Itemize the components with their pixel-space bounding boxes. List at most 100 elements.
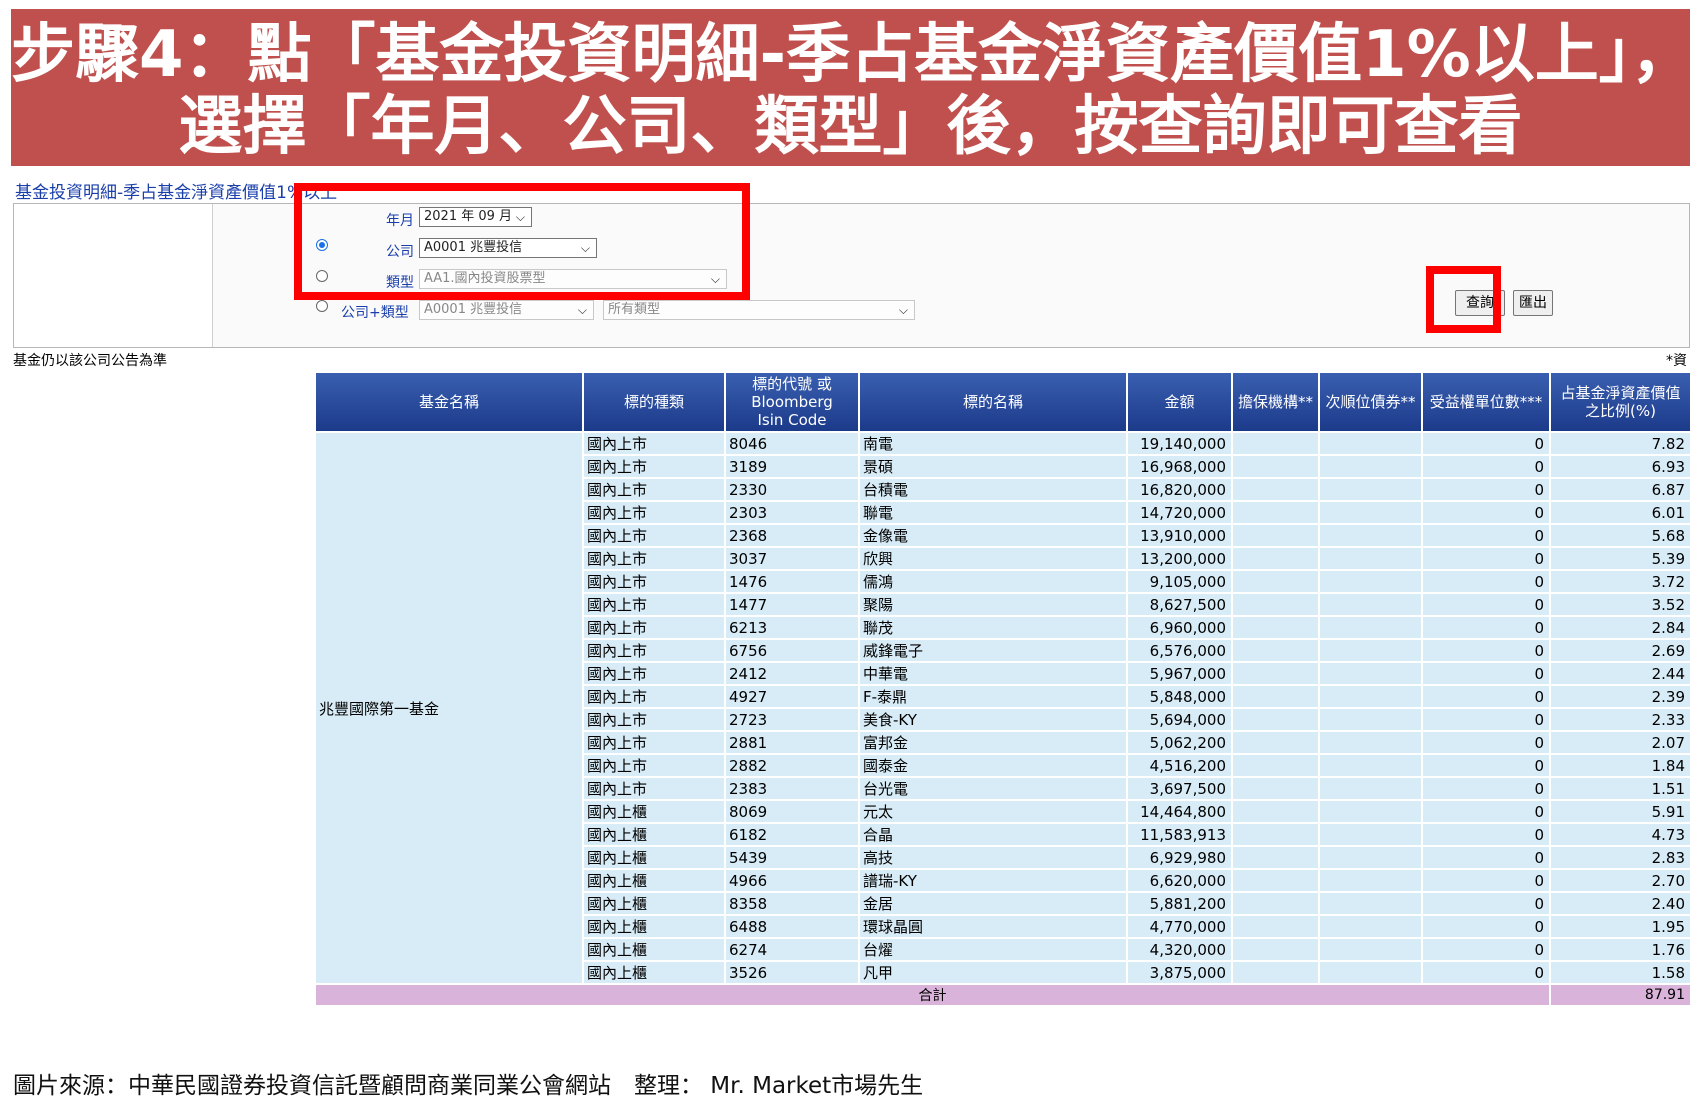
table-cell: 2.83 [1549, 845, 1690, 870]
table-cell: 0 [1421, 684, 1551, 709]
table-cell: 4,770,000 [1126, 914, 1233, 939]
table-cell: 國內上櫃 [582, 914, 726, 939]
table-cell [1318, 730, 1423, 755]
table-cell [1318, 960, 1423, 985]
table-cell: 0 [1421, 615, 1551, 640]
table-cell [1231, 661, 1320, 686]
table-cell: 6,960,000 [1126, 615, 1233, 640]
table-cell: 4,320,000 [1126, 937, 1233, 962]
table-cell: 國內上市 [582, 431, 726, 456]
table-cell [1231, 868, 1320, 893]
table-cell: 譜瑞-KY [858, 868, 1128, 893]
table-cell: 國內上櫃 [582, 891, 726, 916]
table-cell: 0 [1421, 661, 1551, 686]
table-cell: 2.70 [1549, 868, 1690, 893]
type-radio[interactable] [316, 270, 328, 282]
query-button[interactable]: 查詢 [1455, 290, 1505, 316]
company-type-type-select[interactable]: 所有類型 ⌵ [603, 300, 915, 320]
company-type-company-select[interactable]: A0001 兆豐投信 ⌵ [419, 300, 594, 320]
table-cell [1318, 592, 1423, 617]
company-radio[interactable] [316, 239, 328, 251]
page-title-link[interactable]: 基金投資明細-季占基金淨資產價值1%以上 [15, 178, 337, 203]
table-cell: 國內上市 [582, 730, 726, 755]
table-cell: 0 [1421, 937, 1551, 962]
table-cell: 0 [1421, 638, 1551, 663]
table-cell [1318, 707, 1423, 732]
table-cell: 1.95 [1549, 914, 1690, 939]
column-header: 標的名稱 [858, 371, 1128, 433]
table-cell: 0 [1421, 822, 1551, 847]
table-cell [1318, 661, 1423, 686]
table-cell: 0 [1421, 431, 1551, 456]
company-label: 公司 [386, 244, 414, 260]
query-form: 年月 2021 年 09 月 ⌵ 公司 A0001 兆豐投信 ⌵ 類型 AA1.國內… [13, 203, 1690, 348]
chevron-down-icon: ⌵ [580, 241, 590, 255]
column-header: 受益權單位數*** [1421, 371, 1551, 433]
table-cell [1318, 431, 1423, 456]
table-cell [1231, 914, 1320, 939]
table-cell: 1477 [724, 592, 860, 617]
table-cell: 5.39 [1549, 546, 1690, 571]
column-header: 占基金淨資產價值 之比例(%) [1549, 371, 1690, 433]
table-cell [1318, 684, 1423, 709]
table-cell: 景碩 [858, 454, 1128, 479]
table-cell: 7.82 [1549, 431, 1690, 456]
table-cell: 國內上櫃 [582, 822, 726, 847]
table-cell [1318, 477, 1423, 502]
table-cell [1318, 937, 1423, 962]
table-cell [1231, 638, 1320, 663]
table-cell: 6488 [724, 914, 860, 939]
type-select[interactable]: AA1.國內投資股票型 ⌵ [419, 269, 727, 289]
table-cell [1318, 776, 1423, 801]
export-button[interactable]: 匯出 [1513, 290, 1553, 316]
table-cell: 國內上市 [582, 707, 726, 732]
year-month-select[interactable]: 2021 年 09 月 ⌵ [419, 207, 532, 227]
table-cell: 金像電 [858, 523, 1128, 548]
table-cell: 國內上市 [582, 615, 726, 640]
table-cell: 0 [1421, 776, 1551, 801]
table-cell: 國內上市 [582, 500, 726, 525]
fund-holdings-table: 基金名稱 標的種類 標的代號 或 Bloomberg Isin Code 標的名稱 金額 擔保… [314, 371, 1690, 1007]
table-cell: 0 [1421, 799, 1551, 824]
table-cell: 台燿 [858, 937, 1128, 962]
table-cell: 5,848,000 [1126, 684, 1233, 709]
table-cell: 0 [1421, 891, 1551, 916]
table-cell [1231, 891, 1320, 916]
company-type-radio[interactable] [316, 300, 328, 312]
table-cell: 4966 [724, 868, 860, 893]
table-cell: 金居 [858, 891, 1128, 916]
table-cell [1231, 822, 1320, 847]
company-select[interactable]: A0001 兆豐投信 ⌵ [419, 238, 597, 258]
table-cell: 5.91 [1549, 799, 1690, 824]
table-cell: 2.40 [1549, 891, 1690, 916]
table-cell [1231, 454, 1320, 479]
table-cell: 0 [1421, 592, 1551, 617]
table-cell: 2881 [724, 730, 860, 755]
table-cell: 聚陽 [858, 592, 1128, 617]
table-cell: 2.84 [1549, 615, 1690, 640]
table-cell: 1.58 [1549, 960, 1690, 985]
table-cell: 國內上櫃 [582, 799, 726, 824]
table-cell: 國泰金 [858, 753, 1128, 778]
chevron-down-icon: ⌵ [577, 303, 587, 317]
table-cell: 國內上櫃 [582, 868, 726, 893]
instruction-banner: 步驟4：點「基金投資明細-季占基金淨資產價值1%以上」， 選擇「年月、公司、類型… [11, 9, 1690, 166]
table-cell: 2882 [724, 753, 860, 778]
note-right: *資 [1666, 353, 1687, 369]
table-cell: 2.39 [1549, 684, 1690, 709]
table-cell: 聯電 [858, 500, 1128, 525]
table-cell: 1.76 [1549, 937, 1690, 962]
table-cell: 3.72 [1549, 569, 1690, 594]
chevron-down-icon: ⌵ [898, 303, 908, 317]
column-header: 基金名稱 [314, 371, 584, 433]
column-header: 次順位債券** [1318, 371, 1423, 433]
table-cell [1318, 822, 1423, 847]
table-cell: 1.84 [1549, 753, 1690, 778]
table-cell: 0 [1421, 845, 1551, 870]
table-cell: 2303 [724, 500, 860, 525]
table-cell: 5,694,000 [1126, 707, 1233, 732]
table-cell: 0 [1421, 569, 1551, 594]
table-cell: 國內上市 [582, 638, 726, 663]
table-cell: 國內上市 [582, 454, 726, 479]
column-header: 擔保機構** [1231, 371, 1320, 433]
